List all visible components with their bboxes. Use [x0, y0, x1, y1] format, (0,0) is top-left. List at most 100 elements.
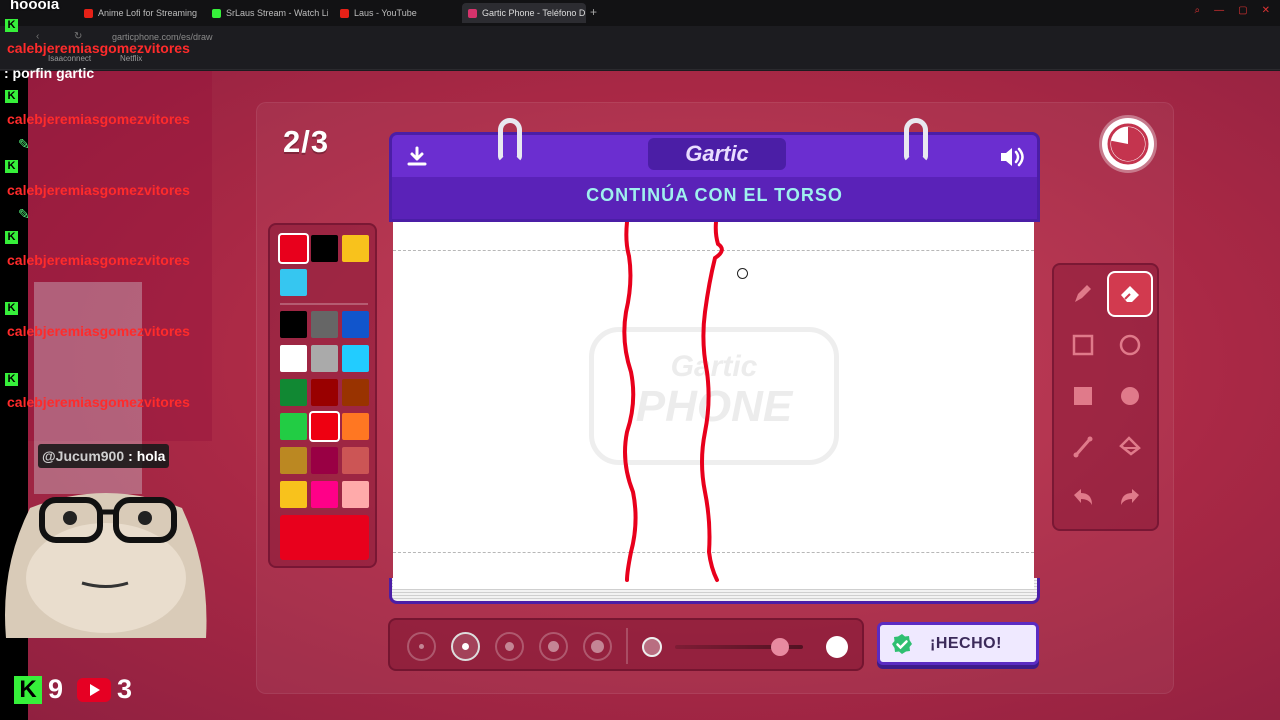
brush-size-button[interactable] [451, 632, 480, 661]
kick-badge-icon: K [5, 160, 18, 173]
bar-divider [626, 628, 628, 664]
youtube-logo-icon [77, 677, 112, 702]
youtube-count-value: 3 [117, 674, 133, 704]
kick-count-value: 9 [48, 674, 64, 704]
youtube-chat-message: @Jucum900 : hola [38, 444, 170, 468]
kick-badge-icon: K [5, 19, 18, 32]
kick-badge-icon: K [5, 302, 18, 315]
circle-filled-icon [1121, 387, 1139, 405]
viewer-counters: K 9 3 [14, 674, 132, 705]
color-swatch[interactable] [280, 235, 307, 262]
round-counter: 2/3 [283, 124, 330, 159]
line-icon [1073, 436, 1093, 458]
color-swatch[interactable] [342, 379, 369, 406]
fill-bucket-icon [1119, 436, 1141, 456]
color-swatch[interactable] [342, 447, 369, 474]
chat-username: calebjeremiasgomezvitores [7, 323, 190, 339]
palette-divider [280, 303, 368, 305]
redo-button[interactable] [1109, 477, 1151, 519]
pencil-tool-button[interactable] [1062, 273, 1104, 315]
color-swatch[interactable] [280, 413, 307, 440]
notebook-ring-right [904, 118, 928, 162]
opacity-max-icon [826, 636, 848, 658]
ellipse-filled-tool-button[interactable] [1109, 375, 1151, 417]
brush-size-dot-icon [548, 641, 559, 652]
chat-username: calebjeremiasgomezvitores [7, 182, 190, 198]
check-badge-icon [892, 633, 912, 654]
brush-cursor [737, 268, 748, 279]
maximize-icon[interactable]: ▢ [1238, 5, 1247, 16]
brush-size-button[interactable] [539, 632, 568, 661]
window-controls: ⌕ — ▢ ✕ [1195, 5, 1270, 16]
color-swatch[interactable] [311, 447, 338, 474]
fill-tool-button[interactable] [1109, 426, 1151, 468]
sound-icon[interactable] [998, 145, 1026, 169]
color-swatch[interactable] [311, 481, 338, 508]
rectangle-filled-tool-button[interactable] [1062, 375, 1104, 417]
chat-username: calebjeremiasgomezvitores [7, 40, 190, 56]
close-icon[interactable]: ✕ [1262, 5, 1270, 16]
search-tabs-icon[interactable]: ⌕ [1195, 5, 1201, 16]
emote-icon: ✎ [18, 206, 30, 222]
tab-label: SrLaus Stream - Watch Li [226, 8, 328, 18]
color-swatch[interactable] [342, 345, 369, 372]
rectangle-outline-tool-button[interactable] [1062, 324, 1104, 366]
emote-icon: ✎ [18, 136, 30, 152]
color-swatch[interactable] [280, 379, 307, 406]
youtube-favicon-icon [340, 8, 349, 18]
color-swatch[interactable] [311, 379, 338, 406]
color-swatch[interactable] [342, 481, 369, 508]
undo-icon [1074, 489, 1092, 505]
browser-tab[interactable]: SrLaus Stream - Watch Li [206, 3, 328, 23]
color-swatch[interactable] [280, 447, 307, 474]
color-swatch[interactable] [311, 235, 338, 262]
timer-icon [1102, 118, 1154, 170]
ellipse-outline-tool-button[interactable] [1109, 324, 1151, 366]
kick-viewer-count: K 9 [14, 674, 63, 705]
color-swatch[interactable] [342, 413, 369, 440]
brush-size-dot-icon [419, 644, 424, 649]
color-swatch[interactable] [280, 481, 307, 508]
timer-progress [1110, 127, 1145, 161]
eraser-icon [1121, 286, 1139, 302]
brush-size-button[interactable] [495, 632, 524, 661]
done-button[interactable]: ¡HECHO! [877, 622, 1039, 665]
eraser-tool-button[interactable] [1109, 273, 1151, 315]
download-drawing-icon[interactable] [405, 145, 429, 169]
new-tab-icon[interactable]: + [590, 5, 597, 19]
gartic-favicon-icon [468, 8, 477, 18]
color-swatch[interactable] [342, 235, 369, 262]
chat-username: @Jucum900 [42, 448, 125, 464]
opacity-slider-handle[interactable] [770, 638, 789, 656]
color-swatch[interactable] [342, 311, 369, 338]
minimize-icon[interactable]: — [1214, 5, 1224, 16]
drawing-instruction: CONTINÚA CON EL TORSO [586, 185, 843, 205]
color-swatch[interactable] [311, 345, 338, 372]
pencil-icon [1075, 285, 1091, 302]
kick-badge-icon: K [5, 231, 18, 244]
chat-username: calebjeremiasgomezvitores [7, 394, 190, 410]
chat-username: calebjeremiasgomezvitores [7, 111, 190, 127]
color-swatch[interactable] [280, 311, 307, 338]
color-swatch[interactable] [311, 311, 338, 338]
gartic-logo: Gartic [648, 138, 786, 170]
browser-tab[interactable]: Laus - YouTube [334, 3, 454, 23]
tab-label: Laus - YouTube [354, 8, 417, 18]
chat-username: calebjeremiasgomezvitores [7, 252, 190, 268]
chat-message: : hola [128, 448, 166, 464]
chat-message: : porfin gartic [4, 65, 95, 81]
color-swatch[interactable] [280, 345, 307, 372]
color-swatch[interactable] [280, 269, 307, 296]
color-swatch[interactable] [311, 413, 338, 440]
brush-size-dot-icon [462, 643, 469, 650]
tool-panel [1052, 263, 1159, 531]
undo-button[interactable] [1062, 477, 1104, 519]
current-color-preview[interactable] [280, 515, 369, 560]
brush-size-button[interactable] [407, 632, 436, 661]
hamster-webcam-avatar [5, 493, 207, 638]
redo-icon [1121, 489, 1139, 505]
browser-tab-active[interactable]: Gartic Phone - Teléfono D [462, 3, 586, 23]
drawing-canvas[interactable]: Gartic PHONE [393, 222, 1034, 589]
brush-size-button[interactable] [583, 632, 612, 661]
line-tool-button[interactable] [1062, 426, 1104, 468]
